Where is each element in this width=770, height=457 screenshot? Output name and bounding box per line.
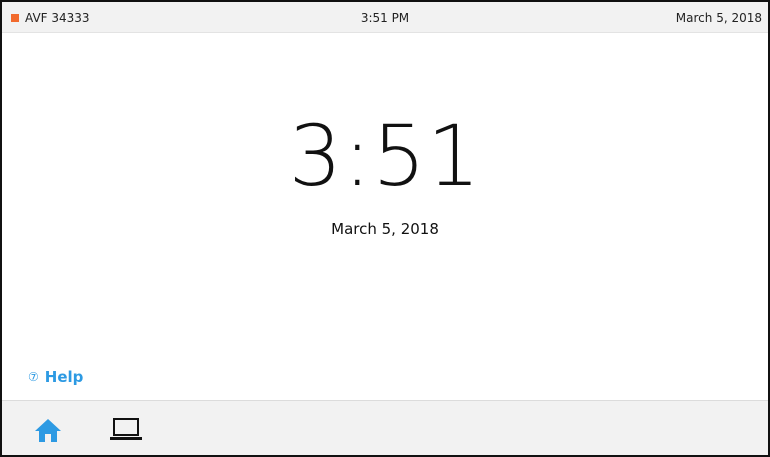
laptop-icon bbox=[110, 418, 142, 440]
clock-date: March 5, 2018 bbox=[331, 220, 439, 238]
nav-home-button[interactable] bbox=[34, 417, 62, 443]
help-label: Help bbox=[44, 368, 84, 386]
help-circle-icon: ⑦ bbox=[28, 370, 39, 384]
large-clock: 3:51 bbox=[288, 107, 482, 205]
bottom-nav bbox=[2, 400, 768, 455]
nav-laptop-button[interactable] bbox=[108, 415, 144, 443]
help-button[interactable]: ⑦ Help bbox=[28, 368, 83, 386]
touch-panel-screen: AVF 34333 3:51 PM March 5, 2018 3:51 Mar… bbox=[0, 0, 770, 457]
status-time: 3:51 PM bbox=[360, 11, 410, 25]
status-date: March 5, 2018 bbox=[675, 11, 762, 25]
home-icon bbox=[35, 419, 61, 442]
status-bar: AVF 34333 3:51 PM March 5, 2018 bbox=[2, 2, 768, 33]
